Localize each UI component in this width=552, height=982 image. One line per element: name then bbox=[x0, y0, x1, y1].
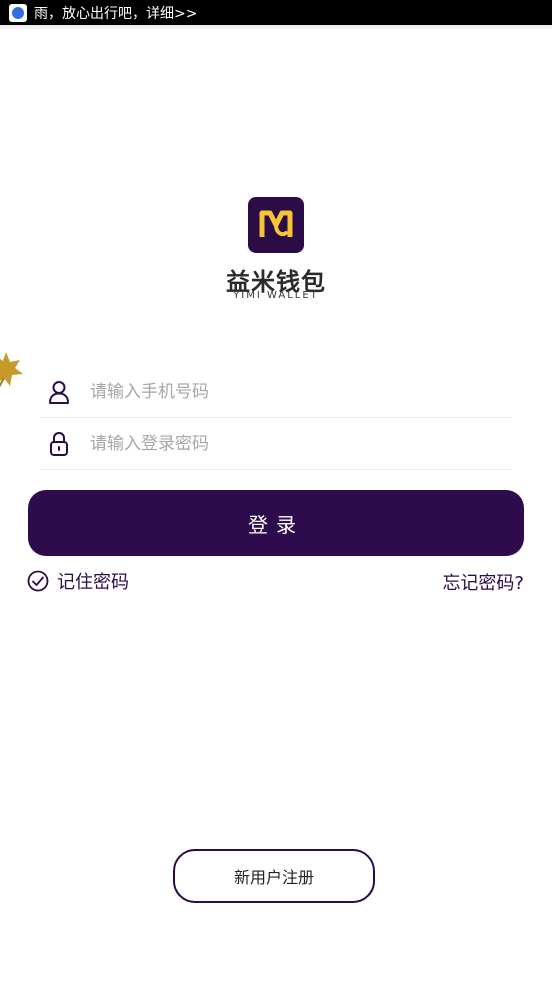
brand-name-en: YIMI WALLET bbox=[233, 290, 319, 301]
status-bar-shadow bbox=[0, 25, 552, 31]
notification-text[interactable]: 雨，放心出行吧，详细>> bbox=[34, 3, 197, 23]
status-bar: 雨，放心出行吧，详细>> bbox=[0, 0, 552, 25]
login-button[interactable]: 登录 bbox=[28, 490, 524, 556]
baidu-paw-icon bbox=[9, 3, 27, 22]
check-circle-icon[interactable] bbox=[27, 570, 49, 592]
remember-password-toggle[interactable]: 记住密码 bbox=[27, 568, 129, 594]
phone-input[interactable] bbox=[90, 382, 470, 402]
maple-leaf-icon bbox=[0, 350, 24, 394]
phone-field bbox=[40, 367, 512, 418]
remember-password-label: 记住密码 bbox=[57, 572, 129, 593]
lock-icon bbox=[48, 431, 70, 457]
register-button[interactable]: 新用户注册 bbox=[173, 849, 375, 903]
yimi-m-logo-icon bbox=[248, 197, 304, 253]
forgot-password-link[interactable]: 忘记密码? bbox=[442, 569, 524, 595]
password-field bbox=[40, 419, 512, 470]
password-input[interactable] bbox=[90, 434, 470, 454]
user-icon bbox=[48, 379, 70, 405]
